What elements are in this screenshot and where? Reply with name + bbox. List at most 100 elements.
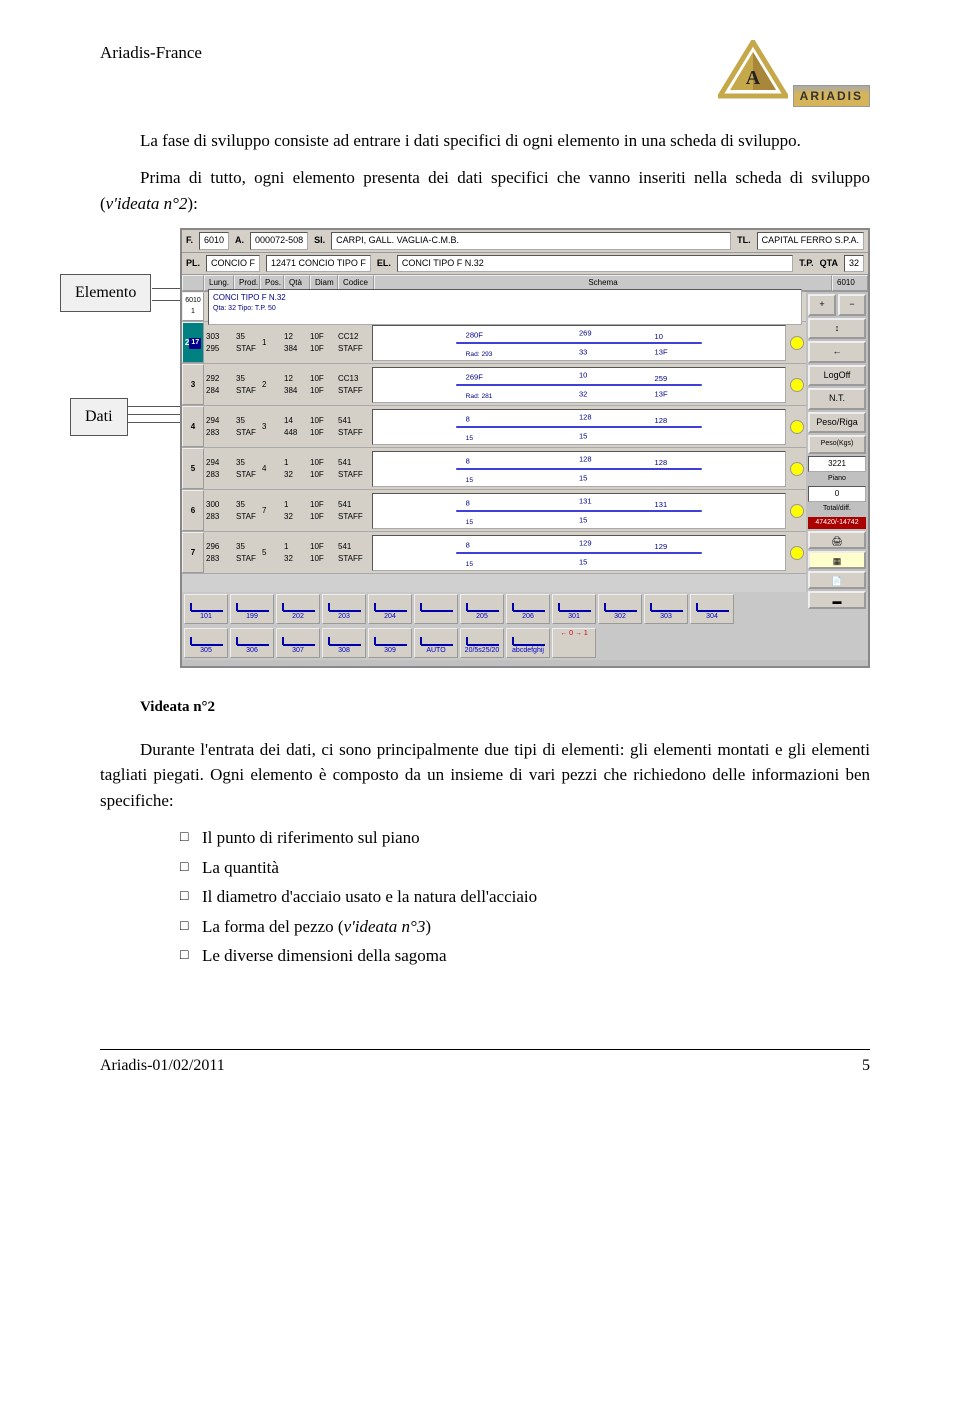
svg-text:15: 15 bbox=[466, 435, 474, 442]
svg-text:128: 128 bbox=[579, 412, 592, 421]
fld-A[interactable]: 000072-508 bbox=[250, 232, 308, 250]
shape-button[interactable] bbox=[414, 594, 458, 624]
logoff-button[interactable]: LogOff bbox=[808, 365, 866, 387]
doc-button[interactable]: 📄 bbox=[808, 571, 866, 589]
callout-dati: Dati bbox=[70, 398, 128, 436]
shape-button[interactable]: 20/5s25/20 bbox=[460, 628, 504, 658]
piano-value: 0 bbox=[808, 486, 866, 502]
page-footer: Ariadis-01/02/2011 5 bbox=[100, 1049, 870, 1078]
svg-text:32: 32 bbox=[579, 389, 587, 398]
updown-button[interactable]: ↕ bbox=[808, 318, 866, 340]
shape-button[interactable]: 199 bbox=[230, 594, 274, 624]
grid-button[interactable]: ▦ bbox=[808, 551, 866, 569]
svg-text:280F: 280F bbox=[466, 330, 484, 339]
list-item: Le diverse dimensioni della sagoma bbox=[180, 943, 870, 969]
piano-label: Piano bbox=[808, 474, 866, 485]
bullet-list: Il punto di riferimento sul piano La qua… bbox=[180, 825, 870, 969]
li4c: ) bbox=[425, 917, 431, 936]
totaldiff-value: 47420/-14742 bbox=[808, 517, 866, 530]
shape-button[interactable]: abcdefghij bbox=[506, 628, 550, 658]
shape-button[interactable]: 309 bbox=[368, 628, 412, 658]
table-row[interactable]: 729628335STAF513210F10F541STAFF812915151… bbox=[182, 532, 806, 574]
svg-text:15: 15 bbox=[579, 473, 587, 482]
svg-text:Rad: 281: Rad: 281 bbox=[466, 393, 493, 400]
shape-button[interactable]: 308 bbox=[322, 628, 366, 658]
table-row[interactable]: 329228435STAF21238410F10FCC13STAFF269F10… bbox=[182, 364, 806, 406]
minus-button[interactable]: − bbox=[838, 294, 866, 316]
nt-button[interactable]: N.T. bbox=[808, 388, 866, 410]
plus-button[interactable]: + bbox=[808, 294, 836, 316]
pesokgs-label: Peso(Kgs) bbox=[808, 435, 866, 454]
shape-button[interactable]: 305 bbox=[184, 628, 228, 658]
shape-button[interactable]: 304 bbox=[690, 594, 734, 624]
fld-SI[interactable]: CARPI, GALL. VAGLIA-C.M.B. bbox=[331, 232, 731, 250]
table-row[interactable]: 529428335STAF413210F10F541STAFF812815151… bbox=[182, 448, 806, 490]
list-item: Il diametro d'acciaio usato e la natura … bbox=[180, 884, 870, 910]
svg-text:15: 15 bbox=[466, 519, 474, 526]
table-row[interactable]: 630028335STAF713210F10F541STAFF813115151… bbox=[182, 490, 806, 532]
fld-F[interactable]: 6010 bbox=[199, 232, 229, 250]
page-header: Ariadis-France A ARIADIS bbox=[100, 40, 870, 108]
shape-button[interactable]: 204 bbox=[368, 594, 412, 624]
shape-button[interactable]: 306 bbox=[230, 628, 274, 658]
shape-button[interactable]: 301 bbox=[552, 594, 596, 624]
svg-text:33: 33 bbox=[579, 347, 587, 356]
header-row-1: F. 6010 A. 000072-508 SI. CARPI, GALL. V… bbox=[182, 230, 868, 253]
svg-text:13F: 13F bbox=[655, 347, 668, 356]
list-item: La quantità bbox=[180, 855, 870, 881]
intro-p1: La fase di sviluppo consiste ad entrare … bbox=[100, 128, 870, 154]
shape-button[interactable]: 302 bbox=[598, 594, 642, 624]
shape-palette-1: 101199202203204 205206301302303304 bbox=[182, 592, 868, 626]
list-item: La forma del pezzo (v'ideata n°3) bbox=[180, 914, 870, 940]
fld-QTA[interactable]: 32 bbox=[844, 255, 864, 273]
svg-text:269: 269 bbox=[579, 328, 592, 337]
lbl-PL: PL. bbox=[186, 257, 200, 271]
li4a: La forma del pezzo ( bbox=[202, 917, 344, 936]
body-p2: Durante l'entrata dei dati, ci sono prin… bbox=[100, 737, 870, 814]
table-row[interactable]: 21730329535STAF11238410F10FCC12STAFF280F… bbox=[182, 322, 806, 364]
header-row-2: PL. CONCIO F 12471 CONCIO TIPO F EL. CON… bbox=[182, 253, 868, 276]
schema-title: CONCI TIPO F N.32 bbox=[213, 292, 286, 304]
fld-code[interactable]: 12471 CONCIO TIPO F bbox=[266, 255, 371, 273]
schema-sub: Qta: 32 Tipo: T.P. 50 bbox=[213, 304, 276, 315]
pesoriga-button[interactable]: Peso/Riga bbox=[808, 412, 866, 434]
shape-button[interactable]: 203 bbox=[322, 594, 366, 624]
svg-text:15: 15 bbox=[579, 515, 587, 524]
shape-button[interactable]: 101 bbox=[184, 594, 228, 624]
svg-text:15: 15 bbox=[579, 431, 587, 440]
side-panel: +− ↕ ← LogOff N.T. Peso/Riga Peso(Kgs) 3… bbox=[806, 292, 868, 592]
shape-palette-2: 305306307308309AUTO20/5s25/20abcdefghij←… bbox=[182, 626, 868, 660]
fld-PL[interactable]: CONCIO F bbox=[206, 255, 260, 273]
print-button[interactable]: 🖨 bbox=[808, 531, 866, 549]
shape-button[interactable]: 303 bbox=[644, 594, 688, 624]
lbl-TL: TL. bbox=[737, 234, 751, 248]
shape-button[interactable]: 206 bbox=[506, 594, 550, 624]
svg-text:131: 131 bbox=[579, 496, 592, 505]
arrow-indicator[interactable]: ← 0 → 1 bbox=[552, 628, 596, 658]
fld-EL[interactable]: CONCI TIPO F N.32 bbox=[397, 255, 793, 273]
lbl-EL: EL. bbox=[377, 257, 391, 271]
list-item: Il punto di riferimento sul piano bbox=[180, 825, 870, 851]
svg-text:269F: 269F bbox=[466, 372, 484, 381]
shape-button[interactable]: AUTO bbox=[414, 628, 458, 658]
svg-text:15: 15 bbox=[466, 561, 474, 568]
lbl-TP: T.P. bbox=[799, 257, 813, 271]
shape-button[interactable]: 307 bbox=[276, 628, 320, 658]
callout-elemento: Elemento bbox=[60, 274, 151, 312]
svg-text:131: 131 bbox=[655, 500, 668, 509]
svg-text:8: 8 bbox=[466, 498, 470, 507]
shape-button[interactable]: 205 bbox=[460, 594, 504, 624]
row-header[interactable]: 60101 CONCI TIPO F N.32 Qta: 32 Tipo: T.… bbox=[182, 292, 806, 322]
table-row[interactable]: 429428335STAF31444810F10F541STAFF8128151… bbox=[182, 406, 806, 448]
back-button[interactable]: ← bbox=[808, 341, 866, 363]
fld-TL[interactable]: CAPITAL FERRO S.P.A. bbox=[757, 232, 864, 250]
svg-text:259: 259 bbox=[655, 374, 668, 383]
svg-text:8: 8 bbox=[466, 414, 470, 423]
svg-text:10: 10 bbox=[579, 370, 587, 379]
shape-button[interactable]: 202 bbox=[276, 594, 320, 624]
folder-button[interactable]: ▬ bbox=[808, 591, 866, 609]
totaldiff-label: Total/diff. bbox=[808, 504, 866, 515]
svg-text:128: 128 bbox=[655, 416, 668, 425]
svg-text:8: 8 bbox=[466, 456, 470, 465]
triangle-logo-icon: A bbox=[718, 40, 788, 100]
